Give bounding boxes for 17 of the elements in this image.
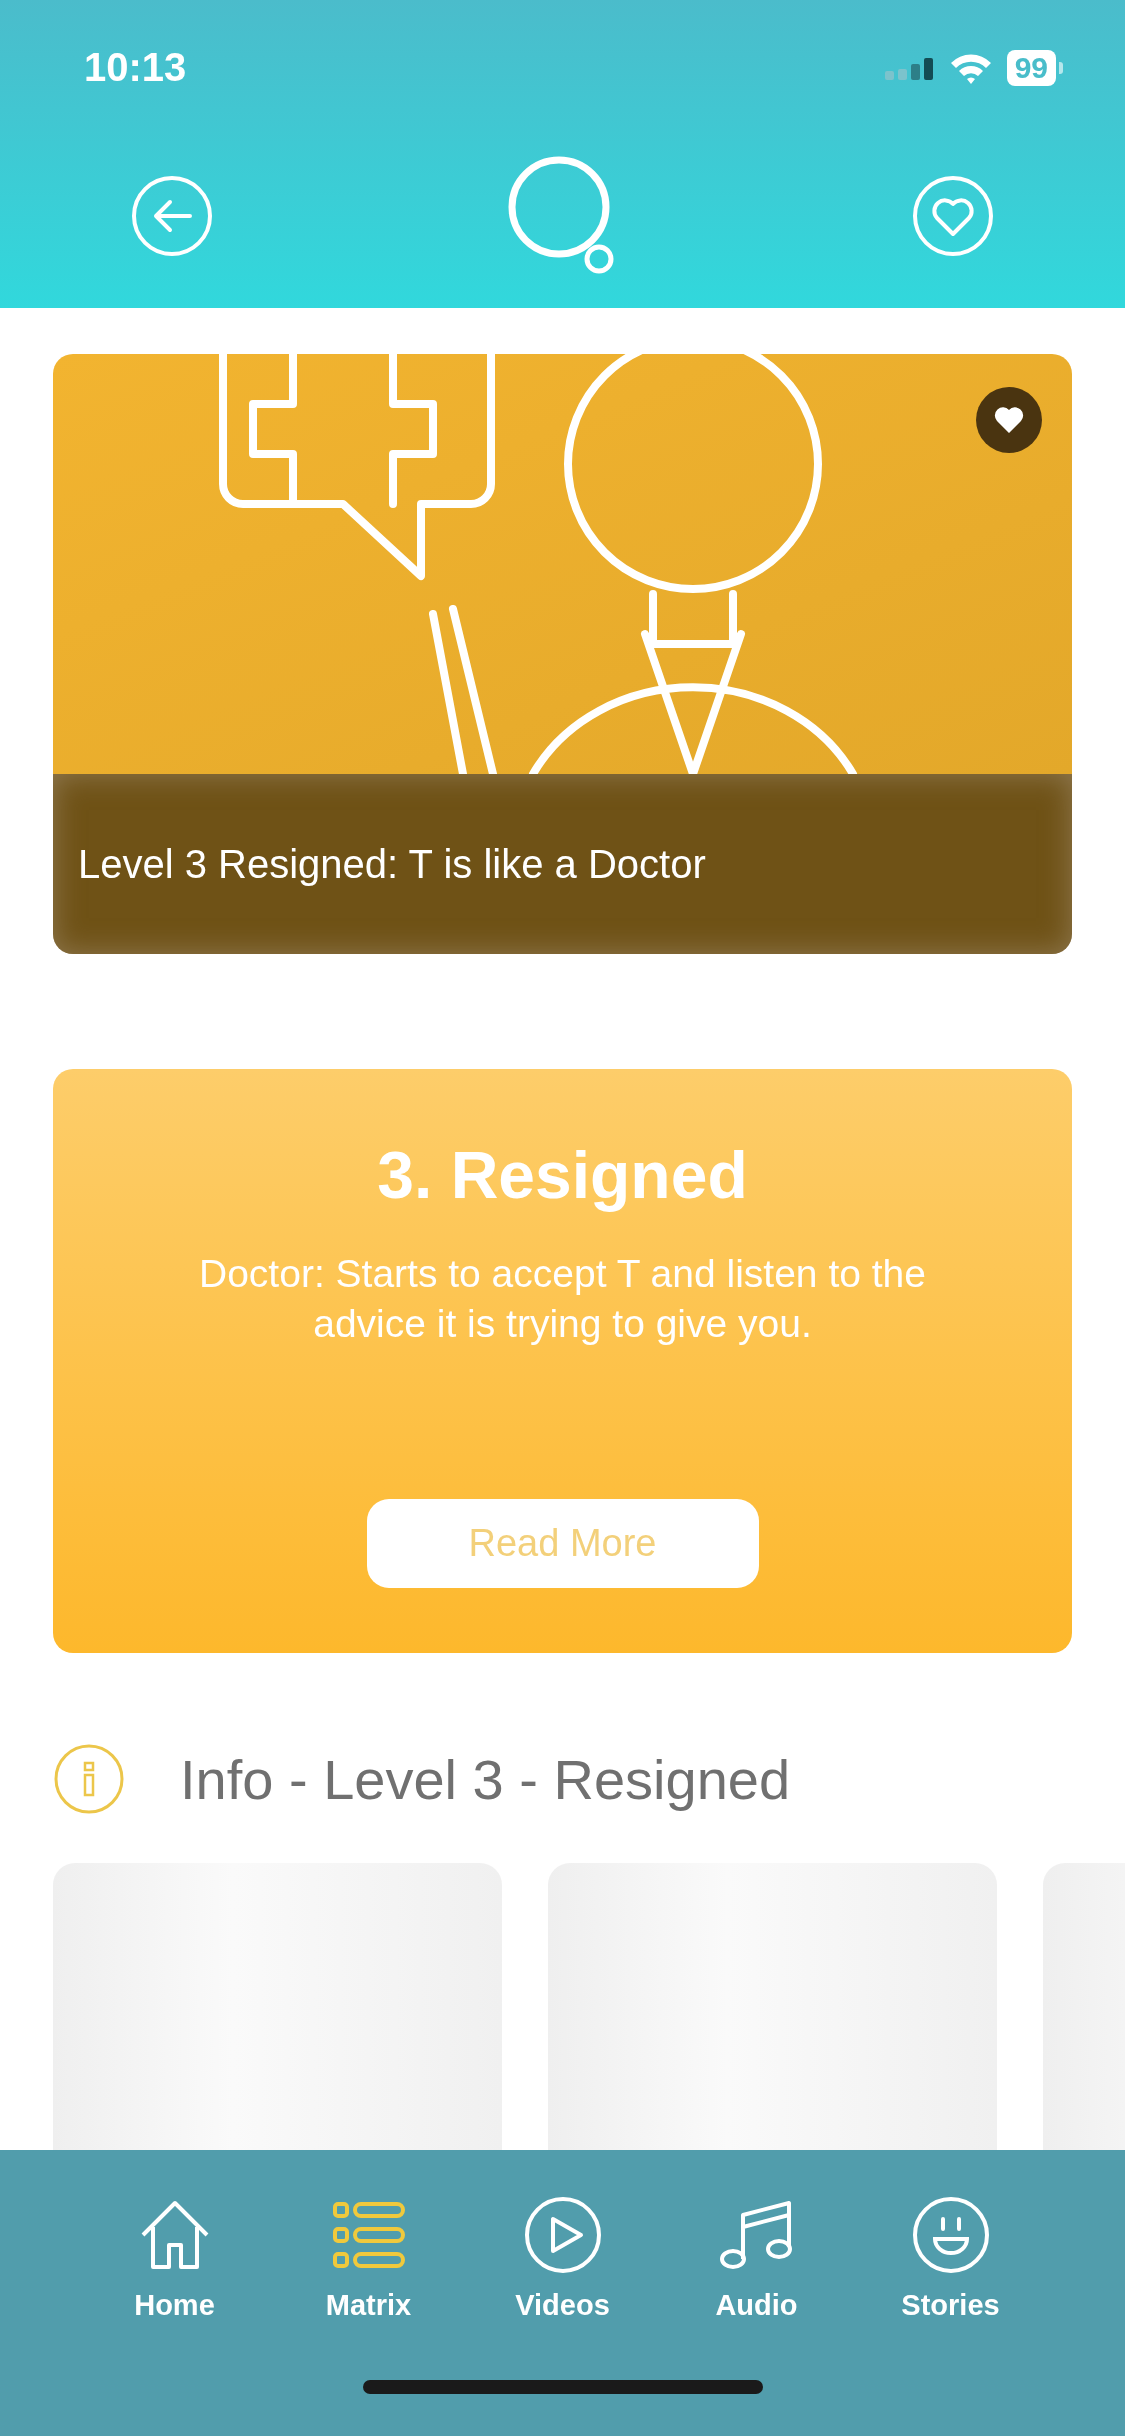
level-title: 3. Resigned	[377, 1137, 748, 1213]
smiley-icon	[910, 2195, 991, 2275]
heart-badge-icon[interactable]	[976, 387, 1042, 453]
section-heading: Info - Level 3 - Resigned	[180, 1746, 791, 1812]
info-icon	[53, 1743, 125, 1815]
hero-card[interactable]: Level 3 Resigned: T is like a Doctor	[53, 354, 1072, 954]
nav-tab[interactable]: Videos	[465, 2195, 660, 2322]
level-description: Doctor: Starts to accept T and listen to the advice it is trying to give you.	[198, 1251, 927, 1347]
nav-tab[interactable]: Matrix	[271, 2195, 466, 2322]
nav-tab[interactable]: Audio	[659, 2195, 854, 2322]
nav-tab[interactable]: Home	[77, 2195, 272, 2322]
status-time: 10:13	[84, 45, 187, 90]
hero-caption: Level 3 Resigned: T is like a Doctor	[78, 841, 706, 887]
nav-tab[interactable]: Stories	[853, 2195, 1048, 2322]
back-button[interactable]	[130, 173, 214, 258]
play-icon	[522, 2195, 603, 2275]
favorite-button[interactable]	[911, 173, 995, 258]
